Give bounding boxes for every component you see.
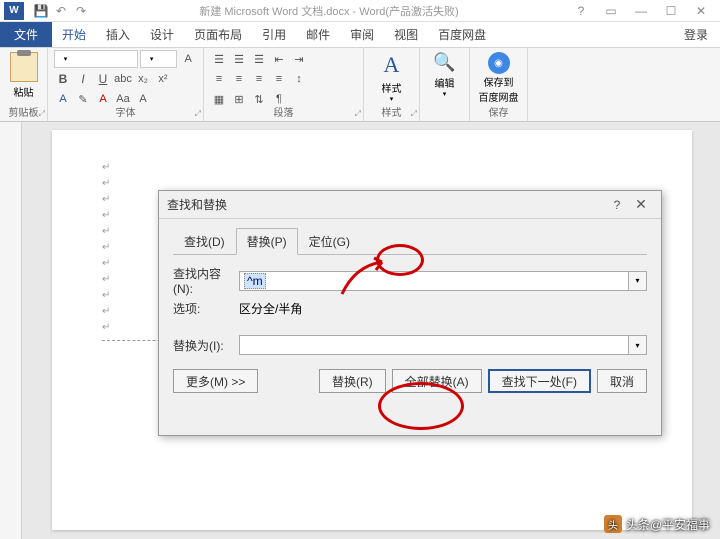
superscript-icon[interactable]: x² (154, 70, 172, 88)
tab-insert[interactable]: 插入 (96, 22, 140, 47)
minimize-icon[interactable]: — (628, 2, 654, 20)
multilevel-icon[interactable]: ☰ (250, 50, 268, 68)
editing-button[interactable]: 🔍 编辑 ▾ (426, 50, 463, 98)
styles-group: A 样式 ▾ 样式 ⤢ (364, 48, 420, 121)
editing-group: 🔍 编辑 ▾ (420, 48, 470, 121)
align-right-icon[interactable]: ≡ (250, 70, 268, 88)
indent-inc-icon[interactable]: ⇥ (290, 50, 308, 68)
bold-icon[interactable]: B (54, 70, 72, 88)
tab-goto[interactable]: 定位(G) (298, 228, 361, 255)
baidu-icon: ◉ (488, 52, 510, 74)
tab-mailings[interactable]: 邮件 (296, 22, 340, 47)
window-title: 新建 Microsoft Word 文档.docx - Word(产品激活失败) (90, 3, 568, 19)
dialog-close-icon[interactable]: ✕ (629, 196, 653, 213)
find-dropdown-icon[interactable]: ▾ (629, 271, 647, 291)
align-justify-icon[interactable]: ≡ (270, 70, 288, 88)
paragraph-launcher-icon[interactable]: ⤢ (355, 109, 361, 119)
clipboard-group: 粘贴 剪贴板 ⤢ (0, 48, 48, 121)
ribbon-toggle-icon[interactable]: ▭ (598, 2, 624, 20)
tab-design[interactable]: 设计 (140, 22, 184, 47)
tab-find[interactable]: 查找(D) (173, 228, 236, 255)
close-icon[interactable]: ✕ (688, 2, 714, 20)
replace-all-button[interactable]: 全部替换(A) (392, 369, 482, 393)
find-icon: 🔍 (433, 52, 455, 73)
tab-view[interactable]: 视图 (384, 22, 428, 47)
find-label: 查找内容(N): (173, 265, 239, 296)
save-baidu-button[interactable]: ◉ 保存到 百度网盘 (476, 50, 521, 104)
qat-save-icon[interactable]: 💾 (32, 2, 50, 20)
paste-icon (10, 52, 38, 82)
maximize-icon[interactable]: ☐ (658, 2, 684, 20)
indent-dec-icon[interactable]: ⇤ (270, 50, 288, 68)
options-label: 选项: (173, 300, 239, 317)
align-center-icon[interactable]: ≡ (230, 70, 248, 88)
font-family-select[interactable]: ▾ (54, 50, 138, 68)
qat-undo-icon[interactable]: ↶ (52, 2, 70, 20)
word-app-icon: W (4, 2, 24, 20)
tab-home[interactable]: 开始 (52, 22, 96, 47)
tab-layout[interactable]: 页面布局 (184, 22, 252, 47)
font-group: ▾ ▾ A B I U abc x₂ x² A ✎ A Aa A 字体 ⤢ (48, 48, 204, 121)
vertical-ruler (0, 122, 22, 539)
styles-launcher-icon[interactable]: ⤢ (411, 109, 417, 119)
italic-icon[interactable]: I (74, 70, 92, 88)
watermark-icon: 头 (604, 515, 622, 533)
tab-baidu[interactable]: 百度网盘 (428, 22, 496, 47)
watermark: 头 头条@平安福事 (604, 515, 710, 533)
strike-icon[interactable]: abc (114, 70, 132, 88)
line-spacing-icon[interactable]: ↕ (290, 70, 308, 88)
cancel-button[interactable]: 取消 (597, 369, 647, 393)
more-button[interactable]: 更多(M) >> (173, 369, 258, 393)
styles-button[interactable]: A 样式 ▾ (370, 50, 413, 103)
file-tab[interactable]: 文件 (0, 22, 52, 47)
numbering-icon[interactable]: ☰ (230, 50, 248, 68)
font-launcher-icon[interactable]: ⤢ (195, 109, 201, 119)
styles-icon: A (384, 52, 400, 78)
paste-button[interactable]: 粘贴 (6, 50, 41, 99)
find-next-button[interactable]: 查找下一处(F) (488, 369, 591, 393)
subscript-icon[interactable]: x₂ (134, 70, 152, 88)
tab-replace[interactable]: 替换(P) (236, 228, 298, 255)
replace-dropdown-icon[interactable]: ▾ (629, 335, 647, 355)
underline-icon[interactable]: U (94, 70, 112, 88)
help-icon[interactable]: ? (568, 2, 594, 20)
tab-review[interactable]: 审阅 (340, 22, 384, 47)
save-group: ◉ 保存到 百度网盘 保存 (470, 48, 528, 121)
font-size-select[interactable]: ▾ (140, 50, 177, 68)
options-value: 区分全/半角 (239, 300, 302, 317)
tab-references[interactable]: 引用 (252, 22, 296, 47)
find-input[interactable]: ^m (239, 271, 629, 291)
qat-redo-icon[interactable]: ↷ (72, 2, 90, 20)
clipboard-launcher-icon[interactable]: ⤢ (39, 109, 45, 119)
grow-font-icon[interactable]: A (179, 50, 197, 68)
paragraph-group: ☰ ☰ ☰ ⇤ ⇥ ≡ ≡ ≡ ≡ ↕ ▦ ⊞ ⇅ ¶ 段落 ⤢ (204, 48, 364, 121)
replace-button[interactable]: 替换(R) (319, 369, 386, 393)
replace-input[interactable] (239, 335, 629, 355)
align-left-icon[interactable]: ≡ (210, 70, 228, 88)
login-link[interactable]: 登录 (672, 22, 720, 47)
bullets-icon[interactable]: ☰ (210, 50, 228, 68)
dialog-help-icon[interactable]: ? (605, 198, 629, 212)
dialog-title: 查找和替换 (167, 196, 605, 213)
replace-label: 替换为(I): (173, 337, 239, 354)
find-replace-dialog: 查找和替换 ? ✕ 查找(D) 替换(P) 定位(G) 查找内容(N): ^m … (158, 190, 662, 436)
